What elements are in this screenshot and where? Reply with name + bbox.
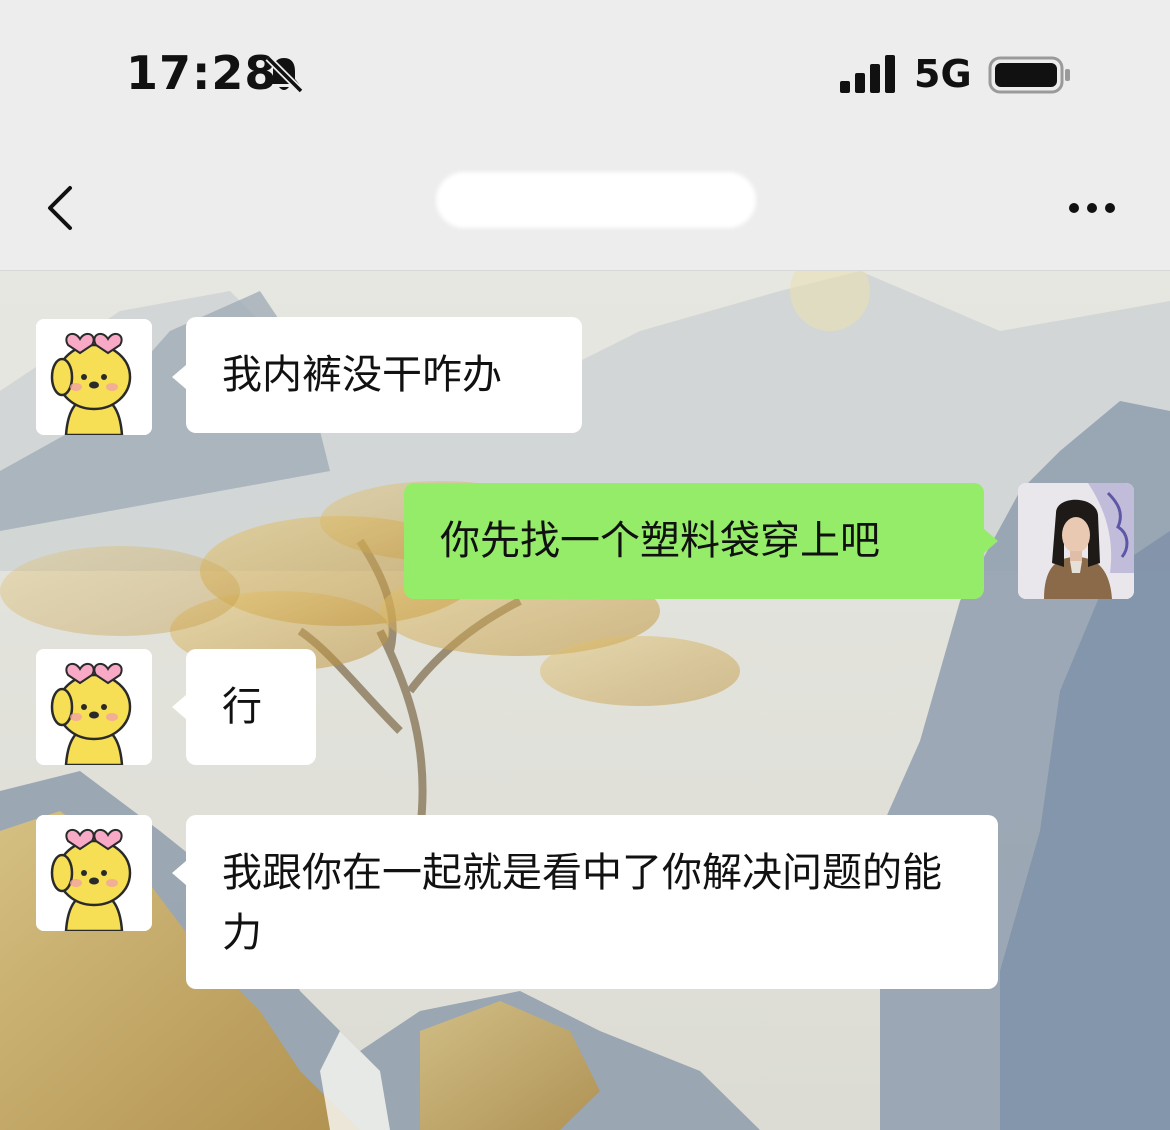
status-bar: 17:28 5G (0, 0, 1170, 150)
bubble-tail (172, 695, 186, 719)
signal-icon (840, 55, 895, 93)
bell-muted-icon (265, 55, 304, 94)
network-type: 5G (914, 52, 972, 96)
nav-bar (0, 150, 1170, 271)
profile-photo-icon (1018, 483, 1134, 599)
bubble-tail (984, 529, 998, 553)
dog-avatar-icon (36, 815, 152, 931)
bubble-tail (172, 365, 186, 389)
battery-icon (988, 56, 1070, 94)
back-chevron-icon[interactable] (40, 180, 80, 236)
message-bubble-incoming[interactable]: 行 (186, 649, 316, 765)
dog-avatar-icon (36, 649, 152, 765)
contact-avatar[interactable] (36, 815, 152, 931)
contact-name (436, 172, 756, 228)
contact-avatar[interactable] (36, 319, 152, 435)
message-bubble-incoming[interactable]: 我内裤没干咋办 (186, 317, 582, 433)
dog-avatar-icon (36, 319, 152, 435)
bubble-tail (172, 861, 186, 885)
status-time: 17:28 (126, 46, 278, 100)
contact-avatar[interactable] (36, 649, 152, 765)
chat-screen: 17:28 5G 我内裤没干咋办 你先找一个塑料袋穿上吧 行 我跟你在一起就是看… (0, 0, 1170, 1130)
more-icon[interactable] (1062, 190, 1122, 226)
message-bubble-incoming[interactable]: 我跟你在一起就是看中了你解决问题的能力 (186, 815, 998, 989)
message-bubble-outgoing[interactable]: 你先找一个塑料袋穿上吧 (404, 483, 984, 599)
chat-area[interactable]: 我内裤没干咋办 你先找一个塑料袋穿上吧 行 我跟你在一起就是看中了你解决问题的能… (0, 271, 1170, 1130)
my-avatar[interactable] (1018, 483, 1134, 599)
